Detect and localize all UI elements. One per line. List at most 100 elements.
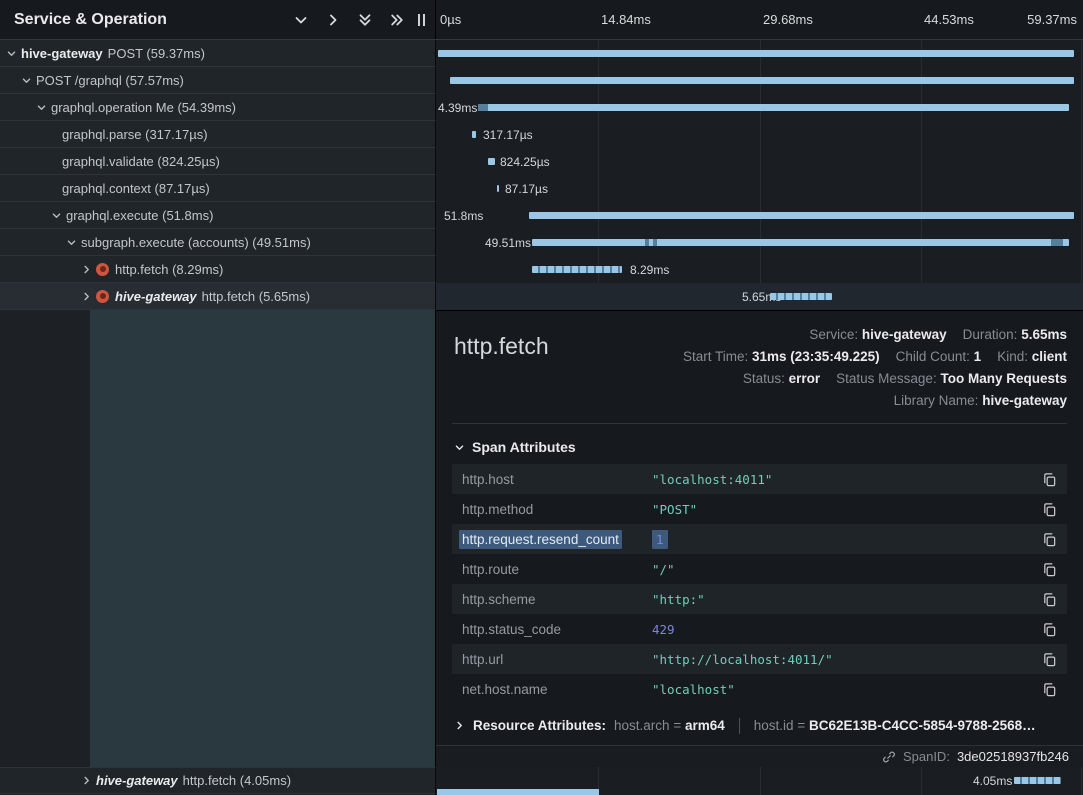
attribute-value[interactable]: 429: [652, 622, 675, 637]
copy-icon[interactable]: [1042, 502, 1057, 517]
span-attributes-section-toggle[interactable]: Span Attributes: [436, 424, 1083, 464]
attribute-row-selected[interactable]: http.request.resend_count 1: [452, 524, 1067, 554]
span-tree-entry[interactable]: graphql.execute (51.8ms): [0, 202, 436, 229]
chevron-right-icon[interactable]: [81, 291, 92, 302]
resource-key: host.id: [754, 718, 794, 733]
chevrons-right-icon[interactable]: [389, 12, 405, 28]
copy-icon[interactable]: [1042, 622, 1057, 637]
span-timeline[interactable]: [436, 67, 1083, 94]
span-timeline[interactable]: 51.8ms: [436, 202, 1083, 229]
duration-bar[interactable]: [472, 131, 476, 138]
span-timeline[interactable]: 317.17µs: [436, 121, 1083, 148]
span-timeline[interactable]: 49.51ms: [436, 229, 1083, 256]
duration-bar[interactable]: [1014, 777, 1061, 784]
span-tree-entry[interactable]: hive-gateway POST (59.37ms): [0, 40, 436, 67]
status-message-label: Status Message:: [836, 371, 937, 386]
span-tree-entry[interactable]: POST /graphql (57.57ms): [0, 67, 436, 94]
span-tree-entry[interactable]: graphql.parse (317.17µs): [0, 121, 436, 148]
chevron-down-icon[interactable]: [36, 102, 47, 113]
chevron-right-icon: [454, 720, 465, 731]
duration-bar[interactable]: [497, 185, 499, 192]
attribute-value[interactable]: "localhost": [652, 682, 735, 697]
attribute-key[interactable]: http.route: [462, 562, 652, 577]
attribute-value[interactable]: "POST": [652, 502, 697, 517]
span-row: subgraph.execute (accounts) (49.51ms) 49…: [0, 229, 1083, 256]
span-timeline[interactable]: 5.65ms: [436, 283, 1083, 310]
meta-line: Library Name: hive-gateway: [683, 390, 1067, 412]
duration-bar[interactable]: [770, 293, 832, 300]
attribute-key[interactable]: http.url: [462, 652, 652, 667]
duration-bar[interactable]: [450, 77, 1074, 84]
span-label: POST /graphql (57.57ms): [36, 73, 184, 88]
span-tree-entry[interactable]: graphql.context (87.17µs): [0, 175, 436, 202]
kind-value: client: [1032, 349, 1067, 364]
duration-value: 5.65ms: [1021, 327, 1067, 342]
attribute-key[interactable]: http.scheme: [462, 592, 652, 607]
link-icon[interactable]: [882, 750, 896, 764]
attribute-key[interactable]: http.request.resend_count: [459, 530, 622, 549]
span-timeline[interactable]: 8.29ms: [436, 256, 1083, 283]
attribute-value[interactable]: "/": [652, 562, 675, 577]
chevron-down-icon[interactable]: [6, 48, 17, 59]
span-name-title: http.fetch: [454, 333, 549, 412]
chevrons-down-icon[interactable]: [357, 12, 373, 28]
duration-bar[interactable]: [532, 239, 1069, 246]
panel-resize-handle[interactable]: [418, 14, 425, 26]
span-tree-entry[interactable]: subgraph.execute (accounts) (49.51ms): [0, 229, 436, 256]
attribute-row[interactable]: http.host "localhost:4011": [452, 464, 1067, 494]
attribute-key[interactable]: http.method: [462, 502, 652, 517]
resource-attributes-row[interactable]: Resource Attributes: host.arch = arm64 h…: [436, 704, 1083, 745]
copy-icon[interactable]: [1042, 592, 1057, 607]
span-id-value: 3de02518937fb246: [957, 749, 1069, 764]
duration-bar[interactable]: [488, 158, 495, 165]
span-timeline[interactable]: 87.17µs: [436, 175, 1083, 202]
ruler-tick: 0µs: [440, 12, 461, 27]
span-row: graphql.operation Me (54.39ms) 4.39ms: [0, 94, 1083, 121]
chevron-down-icon[interactable]: [21, 75, 32, 86]
span-tree-entry[interactable]: graphql.operation Me (54.39ms): [0, 94, 436, 121]
chevron-right-icon[interactable]: [81, 775, 92, 786]
attribute-row[interactable]: net.host.name "localhost": [452, 674, 1067, 704]
attribute-row[interactable]: http.status_code 429: [452, 614, 1067, 644]
attribute-value[interactable]: "http:": [652, 592, 705, 607]
span-label: http.fetch (5.65ms): [202, 289, 310, 304]
child-count-label: Child Count:: [896, 349, 970, 364]
attribute-row[interactable]: http.url "http://localhost:4011/": [452, 644, 1067, 674]
duration-bar[interactable]: [529, 212, 1074, 219]
chevron-down-icon[interactable]: [293, 12, 309, 28]
span-label: POST (59.37ms): [108, 46, 205, 61]
chevron-down-icon[interactable]: [51, 210, 62, 221]
span-attributes-table: http.host "localhost:4011" http.method "…: [436, 464, 1083, 704]
span-rows: hive-gateway POST (59.37ms) POST /graphq…: [0, 40, 1083, 310]
span-tree-entry[interactable]: graphql.validate (824.25µs): [0, 148, 436, 175]
copy-icon[interactable]: [1042, 652, 1057, 667]
attribute-key[interactable]: http.status_code: [462, 622, 652, 637]
span-timeline[interactable]: 824.25µs: [436, 148, 1083, 175]
duration-bar[interactable]: [478, 104, 1069, 111]
attribute-key[interactable]: net.host.name: [462, 682, 652, 697]
chevron-down-icon[interactable]: [66, 237, 77, 248]
copy-icon[interactable]: [1042, 532, 1057, 547]
attribute-row[interactable]: http.scheme "http:": [452, 584, 1067, 614]
attribute-row[interactable]: http.route "/": [452, 554, 1067, 584]
span-timeline[interactable]: 4.39ms: [436, 94, 1083, 121]
duration-bar[interactable]: [532, 266, 622, 273]
child-count-value: 1: [974, 349, 982, 364]
attribute-value[interactable]: 1: [652, 530, 668, 549]
chevron-right-icon[interactable]: [81, 264, 92, 275]
span-tree-entry[interactable]: hive-gateway http.fetch (5.65ms): [0, 283, 436, 310]
duration-label: 8.29ms: [630, 263, 669, 277]
copy-icon[interactable]: [1042, 472, 1057, 487]
span-tree-entry[interactable]: http.fetch (8.29ms): [0, 256, 436, 283]
copy-icon[interactable]: [1042, 682, 1057, 697]
attribute-value[interactable]: "localhost:4011": [652, 472, 772, 487]
span-timeline[interactable]: [436, 40, 1083, 67]
attribute-value[interactable]: "http://localhost:4011/": [652, 652, 833, 667]
duration-bar[interactable]: [438, 50, 1074, 57]
chevron-right-icon[interactable]: [325, 12, 341, 28]
attribute-key[interactable]: http.host: [462, 472, 652, 487]
attribute-row[interactable]: http.method "POST": [452, 494, 1067, 524]
span-tree-entry[interactable]: hive-gateway http.fetch (4.05ms): [0, 767, 436, 794]
copy-icon[interactable]: [1042, 562, 1057, 577]
tree-controls: [293, 12, 405, 28]
